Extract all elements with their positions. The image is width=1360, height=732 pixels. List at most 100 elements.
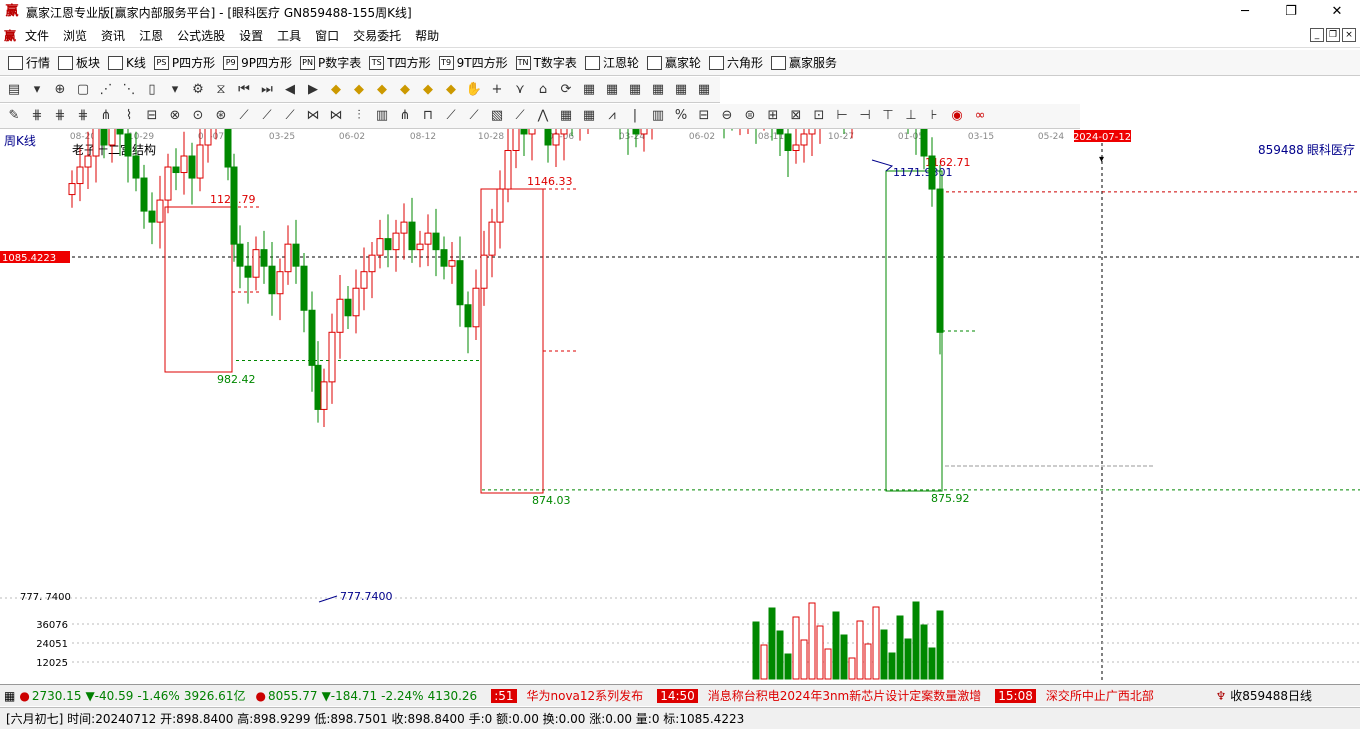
tool-icon[interactable]: ⟳ [557,81,575,99]
tool-icon[interactable]: ⋎ [511,81,529,99]
analysis-tool-icon[interactable]: ✎ [5,107,23,125]
kline-chart-svg[interactable]: 08-2010-2901-0703-2506-0208-1210-2801-06… [0,38,1360,681]
tool-icon[interactable]: ⌂ [534,81,552,99]
analysis-tool-icon[interactable]: ⋕ [28,107,46,125]
toolbar-button-t9[interactable]: T9 9T四方形 [438,54,508,71]
tool-icon[interactable]: ▦ [626,81,644,99]
tool-icon[interactable]: ⋰ [97,81,115,99]
mdi-restore-button[interactable]: ❐ [1326,28,1340,42]
analysis-tool-icon[interactable]: ▦ [580,107,598,125]
tool-icon[interactable]: ⧖ [212,81,230,99]
analysis-tool-icon[interactable]: ⟋ [465,107,483,125]
tool-icon[interactable]: ⏮ [235,81,253,99]
analysis-tool-icon[interactable]: % [672,107,690,125]
tool-icon[interactable]: ▦ [672,81,690,99]
tool-icon[interactable]: ▯ [143,81,161,99]
toolbar-button-winner-wheel[interactable]: 赢家轮 [646,54,701,71]
toolbar-button-kline[interactable]: K线 [108,54,146,71]
analysis-tool-icon[interactable]: ⊣ [856,107,874,125]
market-grid-icon[interactable]: ▦ [4,689,15,703]
analysis-tool-icon[interactable]: ⊓ [419,107,437,125]
analysis-tool-icon[interactable]: ⊢ [833,107,851,125]
analysis-tool-icon[interactable]: ⋔ [97,107,115,125]
analysis-tool-icon[interactable]: ⊜ [741,107,759,125]
analysis-tool-icon[interactable]: ⊟ [143,107,161,125]
analysis-tool-icon[interactable]: ⋈ [304,107,322,125]
analysis-tool-icon[interactable]: ⊗ [166,107,184,125]
news-item-3[interactable]: 深交所中止广西北部 [1046,687,1154,704]
analysis-tool-icon[interactable]: ▧ [488,107,506,125]
tool-icon[interactable]: ◆ [350,81,368,99]
analysis-tool-icon[interactable]: ▥ [649,107,667,125]
analysis-tool-icon[interactable]: ⋀ [534,107,552,125]
analysis-tool-icon[interactable]: ⊤ [879,107,897,125]
news-item-2[interactable]: 消息称台积电2024年3nm新芯片设计定案数量激增 [708,687,981,704]
analysis-tool-icon[interactable]: ⊙ [189,107,207,125]
toolbar-button-grid[interactable]: 行情 [8,54,50,71]
toolbar-button-ps[interactable]: PS P四方形 [153,54,215,71]
tool-icon[interactable]: ▦ [649,81,667,99]
news-item-1[interactable]: 华为nova12系列发布 [527,687,644,704]
tool-icon[interactable]: ▶ [304,81,322,99]
tool-icon[interactable]: ⚙ [189,81,207,99]
toolbar-button-ts[interactable]: TS T四方形 [369,54,431,71]
tool-icon[interactable]: ◆ [327,81,345,99]
menu-info[interactable]: 资讯 [94,27,132,44]
menu-gann[interactable]: 江恩 [132,27,170,44]
analysis-tool-icon[interactable]: ⊡ [810,107,828,125]
analysis-tool-icon[interactable]: ∞ [971,107,989,125]
tool-icon[interactable]: ▦ [603,81,621,99]
tool-icon[interactable]: ⋱ [120,81,138,99]
menu-app-icon[interactable]: 赢 [4,27,16,44]
toolbar-button-pn[interactable]: PN P数字表 [300,54,361,71]
tool-icon[interactable]: ◆ [396,81,414,99]
analysis-tool-icon[interactable]: ⋕ [51,107,69,125]
analysis-tool-icon[interactable]: ⊖ [718,107,736,125]
menu-trade[interactable]: 交易委托 [346,27,408,44]
analysis-tool-icon[interactable]: ⊠ [787,107,805,125]
tool-icon[interactable]: ▾ [28,81,46,99]
tool-icon[interactable]: ▦ [580,81,598,99]
tool-icon[interactable]: ◆ [419,81,437,99]
analysis-tool-icon[interactable]: | [626,107,644,125]
tool-icon[interactable]: ▤ [5,81,23,99]
tool-icon[interactable]: + [488,81,506,99]
analysis-tool-icon[interactable]: ⊞ [764,107,782,125]
toolbar-button-dollar[interactable]: 赢家服务 [770,54,837,71]
tool-icon[interactable]: ⊕ [51,81,69,99]
analysis-tool-icon[interactable]: ▦ [557,107,575,125]
analysis-tool-icon[interactable]: ⋔ [396,107,414,125]
maximize-button[interactable]: ❐ [1268,0,1314,24]
analysis-tool-icon[interactable]: ⊛ [212,107,230,125]
analysis-tool-icon[interactable]: ⟋ [281,107,299,125]
toolbar-button-hexagon[interactable]: 六角形 [708,54,763,71]
analysis-tool-icon[interactable]: ⟋ [511,107,529,125]
tool-icon[interactable]: ✋ [465,81,483,99]
analysis-tool-icon[interactable]: ⟋ [442,107,460,125]
tool-icon[interactable]: ◆ [373,81,391,99]
menu-settings[interactable]: 设置 [232,27,270,44]
toolbar-button-gann-wheel[interactable]: 江恩轮 [584,54,639,71]
close-button[interactable]: ✕ [1314,0,1360,24]
analysis-tool-icon[interactable]: ⊦ [925,107,943,125]
menu-file[interactable]: 文件 [18,27,56,44]
tool-icon[interactable]: ▢ [74,81,92,99]
mdi-minimize-button[interactable]: _ [1310,28,1324,42]
analysis-tool-icon[interactable]: ▥ [373,107,391,125]
toolbar-button-tn[interactable]: TN T数字表 [515,54,577,71]
mdi-close-button[interactable]: × [1342,28,1356,42]
analysis-tool-icon[interactable]: ⊥ [902,107,920,125]
analysis-tool-icon[interactable]: ⊟ [695,107,713,125]
analysis-tool-icon[interactable]: ◉ [948,107,966,125]
menu-browse[interactable]: 浏览 [56,27,94,44]
kline-chart-area[interactable]: 08-2010-2901-0703-2506-0208-1210-2801-06… [0,38,1360,681]
analysis-tool-icon[interactable]: ⫶ [350,107,368,125]
minimize-button[interactable]: ─ [1222,0,1268,24]
menu-tools[interactable]: 工具 [270,27,308,44]
tool-icon[interactable]: ◀ [281,81,299,99]
tool-icon[interactable]: ▦ [695,81,713,99]
menu-formula[interactable]: 公式选股 [170,27,232,44]
tool-icon[interactable]: ⏭ [258,81,276,99]
analysis-tool-icon[interactable]: ⋕ [74,107,92,125]
analysis-tool-icon[interactable]: ⟋ [258,107,276,125]
